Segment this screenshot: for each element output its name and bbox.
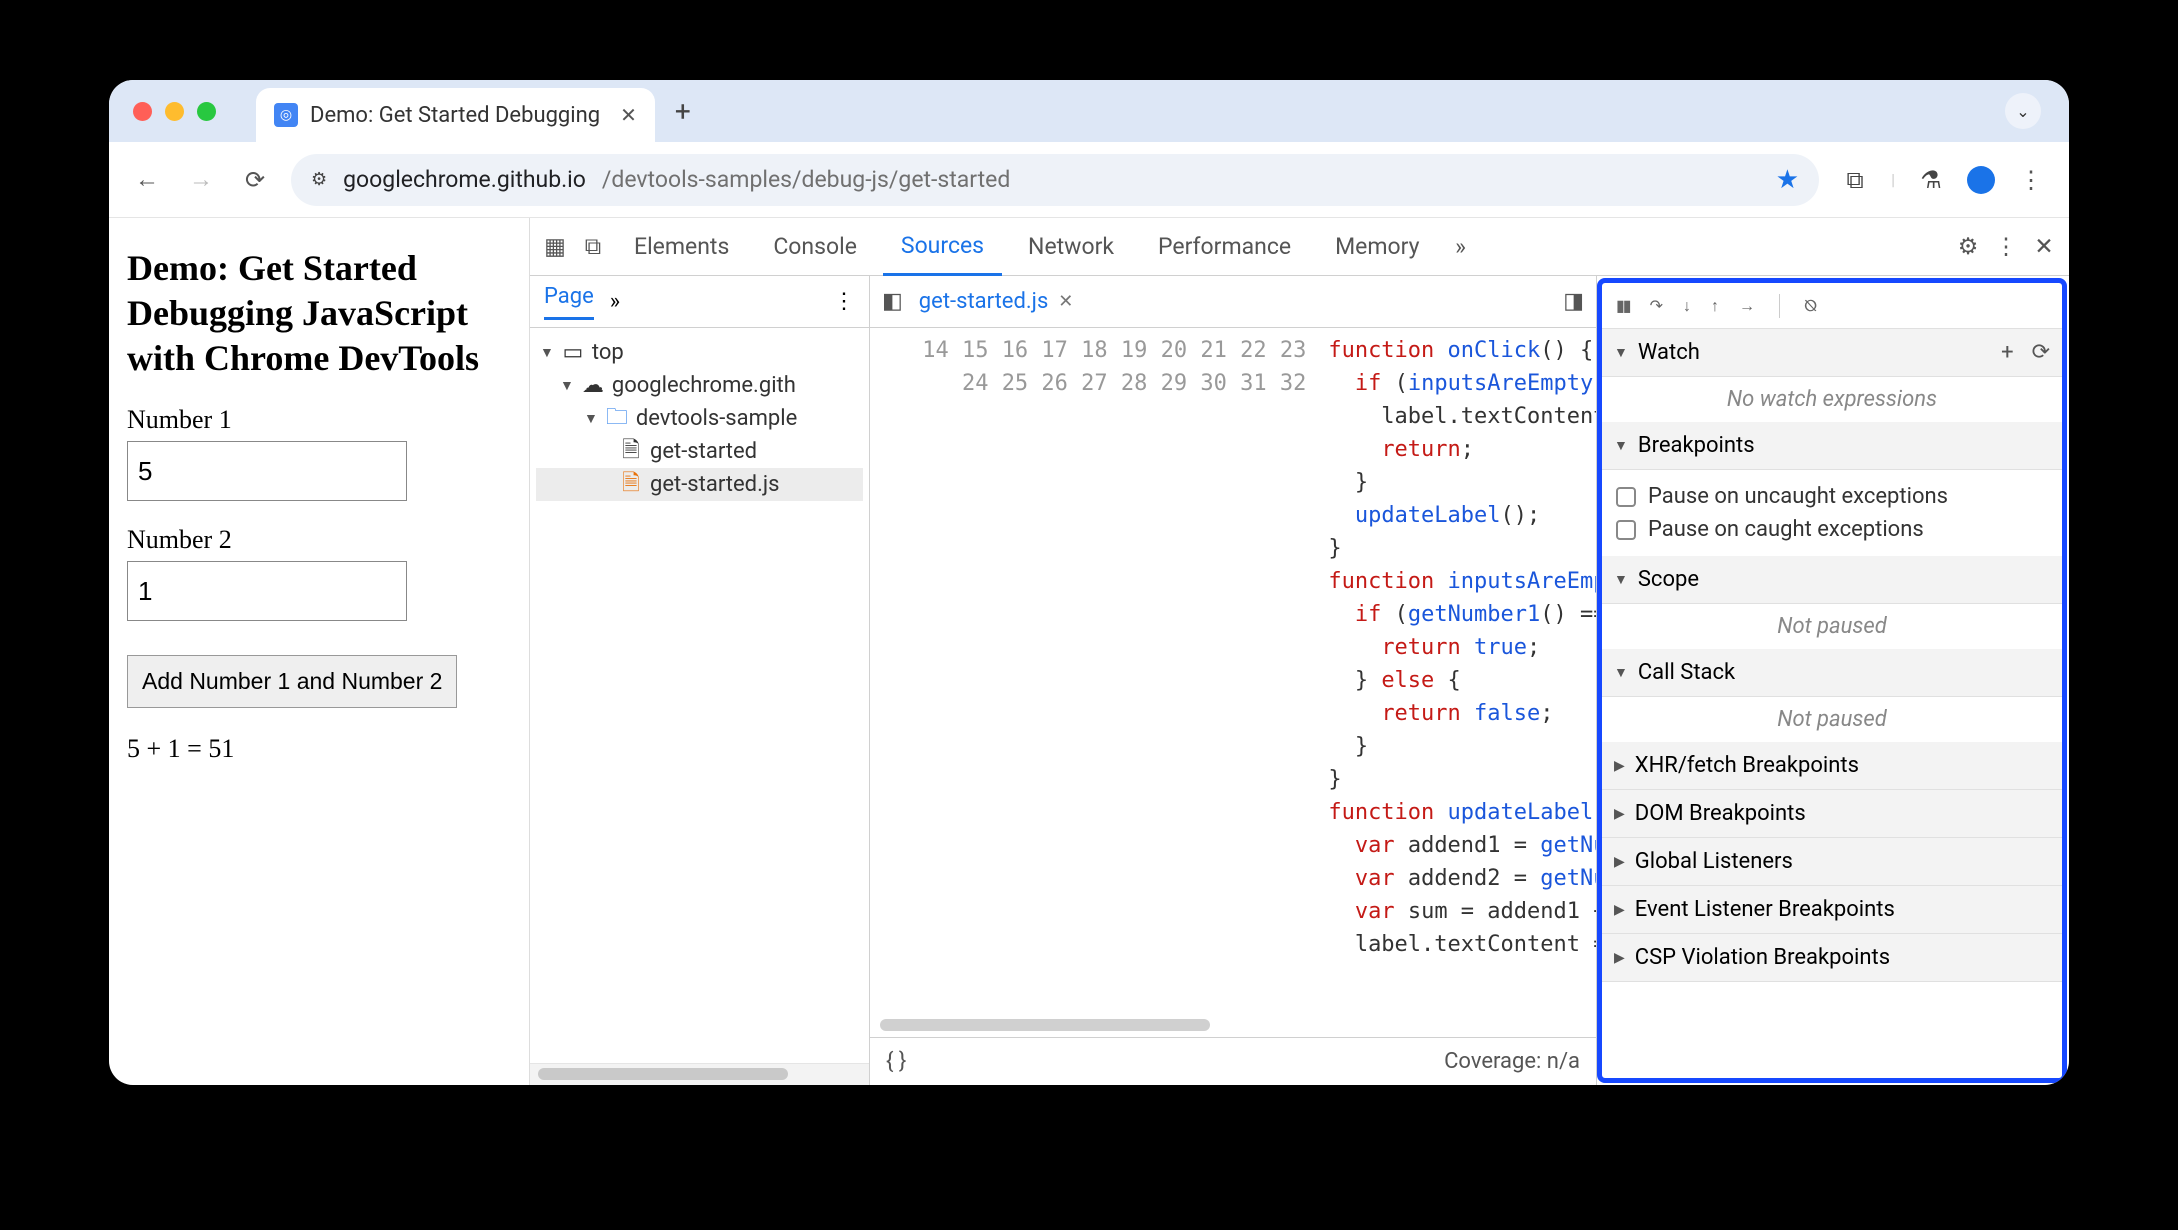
pretty-print-icon[interactable]: { } xyxy=(886,1049,906,1074)
navigator-more-icon[interactable]: » xyxy=(610,289,620,314)
navigator-scrollbar[interactable] xyxy=(530,1063,869,1085)
editor-footer: { } Coverage: n/a xyxy=(870,1037,1596,1085)
settings-gear-icon[interactable]: ⚙ xyxy=(1953,233,1983,260)
extensions-icon[interactable]: ⧉ xyxy=(1837,162,1873,198)
browser-tab[interactable]: ◎ Demo: Get Started Debugging ✕ xyxy=(256,88,655,142)
navigator-tabs: Page » ⋮ xyxy=(530,276,869,328)
address-bar[interactable]: ⚙ googlechrome.github.io/devtools-sample… xyxy=(291,154,1819,206)
more-tabs-icon[interactable]: » xyxy=(1446,233,1476,260)
tab-performance[interactable]: Performance xyxy=(1140,219,1309,274)
close-file-icon[interactable]: ✕ xyxy=(1058,291,1073,312)
result-text: 5 + 1 = 51 xyxy=(127,734,511,764)
step-out-icon[interactable]: ↑ xyxy=(1711,296,1719,316)
devtools-tabs: ▦ ⧉ Elements Console Sources Network Per… xyxy=(530,218,2069,276)
breakpoints-body: Pause on uncaught exceptions Pause on ca… xyxy=(1602,470,2062,556)
tree-folder[interactable]: ▼🗀 devtools-sample xyxy=(536,402,863,435)
maximize-window-button[interactable] xyxy=(197,102,216,121)
add-watch-icon[interactable]: + xyxy=(2001,340,2013,365)
window-controls xyxy=(133,102,216,121)
pause-uncaught-checkbox[interactable]: Pause on uncaught exceptions xyxy=(1616,480,2048,513)
tab-title: Demo: Get Started Debugging xyxy=(310,103,600,128)
tab-elements[interactable]: Elements xyxy=(616,219,747,274)
url-path: /devtools-samples/debug-js/get-started xyxy=(602,166,1010,193)
debugger-toolbar: ▮▮ ↷ ↓ ↑ → ⦰ xyxy=(1602,283,2062,329)
forward-button[interactable]: → xyxy=(183,162,219,198)
open-file-tab[interactable]: get-started.js ✕ xyxy=(919,289,1074,314)
step-over-icon[interactable]: ↷ xyxy=(1650,296,1663,315)
bookmark-star-icon[interactable]: ★ xyxy=(1776,165,1799,195)
editor-tabs: ◧ get-started.js ✕ ◨ xyxy=(870,276,1596,328)
close-window-button[interactable] xyxy=(133,102,152,121)
favicon-icon: ◎ xyxy=(274,103,298,127)
device-toggle-icon[interactable]: ⧉ xyxy=(578,233,608,260)
browser-window: ◎ Demo: Get Started Debugging ✕ + ⌄ ← → … xyxy=(109,80,2069,1085)
page-heading: Demo: Get Started Debugging JavaScript w… xyxy=(127,246,511,381)
number2-input[interactable] xyxy=(127,561,407,621)
toggle-debugger-icon[interactable]: ◨ xyxy=(1563,289,1584,314)
back-button[interactable]: ← xyxy=(129,162,165,198)
browser-menu-icon[interactable]: ⋮ xyxy=(2013,162,2049,198)
profile-avatar[interactable] xyxy=(1967,166,1995,194)
debugger-pane: ▮▮ ↷ ↓ ↑ → ⦰ ▼Watch + ⟳ xyxy=(1597,278,2067,1083)
tree-file-html[interactable]: 🗎 get-started xyxy=(536,435,863,468)
deactivate-breakpoints-icon[interactable]: ⦰ xyxy=(1804,296,1817,316)
scope-section-header[interactable]: ▼Scope xyxy=(1602,556,2062,604)
devtools-close-icon[interactable]: ✕ xyxy=(2029,233,2059,260)
callstack-empty: Not paused xyxy=(1602,697,2062,742)
number1-label: Number 1 xyxy=(127,405,511,435)
number2-label: Number 2 xyxy=(127,525,511,555)
tab-console[interactable]: Console xyxy=(755,219,875,274)
tab-sources[interactable]: Sources xyxy=(883,218,1002,276)
sources-navigator: Page » ⋮ ▼▭ top ▼☁ googlechrome.gith xyxy=(530,276,870,1085)
toggle-navigator-icon[interactable]: ◧ xyxy=(882,289,903,314)
tree-file-js[interactable]: 🗎 get-started.js xyxy=(536,468,863,501)
scope-empty: Not paused xyxy=(1602,604,2062,649)
url-host: googlechrome.github.io xyxy=(343,166,586,193)
devtools-main: Page » ⋮ ▼▭ top ▼☁ googlechrome.gith xyxy=(530,276,2069,1085)
navigator-menu-icon[interactable]: ⋮ xyxy=(833,289,855,314)
line-gutter: 14 15 16 17 18 19 20 21 22 23 24 25 26 2… xyxy=(870,328,1320,1015)
file-tree: ▼▭ top ▼☁ googlechrome.gith ▼🗀 devtools-… xyxy=(530,328,869,1063)
collapsed-section[interactable]: ▶DOM Breakpoints xyxy=(1602,790,2062,838)
content-area: Demo: Get Started Debugging JavaScript w… xyxy=(109,218,2069,1085)
inspect-icon[interactable]: ▦ xyxy=(540,233,570,260)
callstack-section-header[interactable]: ▼Call Stack xyxy=(1602,649,2062,697)
pause-icon[interactable]: ▮▮ xyxy=(1616,296,1630,315)
devtools-panel: ▦ ⧉ Elements Console Sources Network Per… xyxy=(529,218,2069,1085)
coverage-text: Coverage: n/a xyxy=(1444,1049,1580,1074)
devtools-menu-icon[interactable]: ⋮ xyxy=(1991,233,2021,260)
tab-memory[interactable]: Memory xyxy=(1317,219,1437,274)
tabs-dropdown-button[interactable]: ⌄ xyxy=(2005,93,2041,129)
number1-input[interactable] xyxy=(127,441,407,501)
tab-strip: ◎ Demo: Get Started Debugging ✕ + ⌄ xyxy=(109,80,2069,142)
minimize-window-button[interactable] xyxy=(165,102,184,121)
collapsed-section[interactable]: ▶XHR/fetch Breakpoints xyxy=(1602,742,2062,790)
tab-network[interactable]: Network xyxy=(1010,219,1132,274)
collapsed-section[interactable]: ▶CSP Violation Breakpoints xyxy=(1602,934,2062,982)
watch-section-header[interactable]: ▼Watch + ⟳ xyxy=(1602,329,2062,377)
pause-caught-checkbox[interactable]: Pause on caught exceptions xyxy=(1616,513,2048,546)
step-icon[interactable]: → xyxy=(1739,296,1755,316)
refresh-watch-icon[interactable]: ⟳ xyxy=(2032,340,2050,365)
add-button[interactable]: Add Number 1 and Number 2 xyxy=(127,655,457,708)
code-h-scrollbar[interactable] xyxy=(870,1015,1596,1037)
tree-domain[interactable]: ▼☁ googlechrome.gith xyxy=(536,369,863,402)
code-text: function onClick() { if (inputsAreEmpty(… xyxy=(1320,328,1596,1015)
reload-button[interactable]: ⟳ xyxy=(237,162,273,198)
collapsed-section[interactable]: ▶Event Listener Breakpoints xyxy=(1602,886,2062,934)
collapsed-section[interactable]: ▶Global Listeners xyxy=(1602,838,2062,886)
site-settings-icon[interactable]: ⚙ xyxy=(311,169,327,190)
page-viewport: Demo: Get Started Debugging JavaScript w… xyxy=(109,218,529,1085)
labs-icon[interactable]: ⚗ xyxy=(1913,162,1949,198)
breakpoints-section-header[interactable]: ▼Breakpoints xyxy=(1602,422,2062,470)
code-body[interactable]: 14 15 16 17 18 19 20 21 22 23 24 25 26 2… xyxy=(870,328,1596,1015)
navigator-tab-page[interactable]: Page xyxy=(544,284,594,320)
step-into-icon[interactable]: ↓ xyxy=(1683,296,1691,316)
tab-close-icon[interactable]: ✕ xyxy=(620,103,637,127)
tree-top[interactable]: ▼▭ top xyxy=(536,336,863,369)
new-tab-button[interactable]: + xyxy=(675,95,691,128)
watch-empty: No watch expressions xyxy=(1602,377,2062,422)
browser-toolbar: ← → ⟳ ⚙ googlechrome.github.io/devtools-… xyxy=(109,142,2069,218)
source-editor: ◧ get-started.js ✕ ◨ 14 15 16 17 18 19 2… xyxy=(870,276,1597,1085)
